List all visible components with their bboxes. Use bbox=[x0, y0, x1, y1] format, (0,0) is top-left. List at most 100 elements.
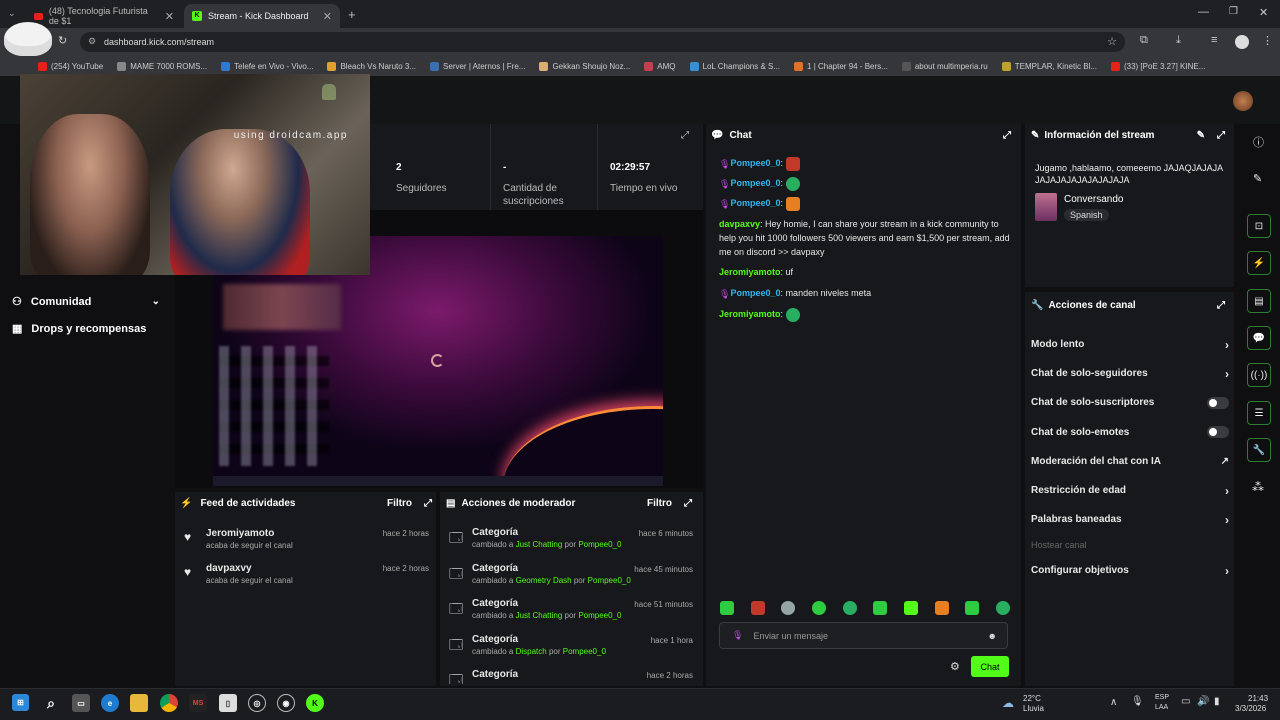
bookmark[interactable]: (33) [PoE 3.27] KINE... bbox=[1110, 61, 1205, 71]
maximize-button[interactable]: ❐ bbox=[1229, 6, 1238, 17]
window-close-button[interactable]: ✕ bbox=[1259, 6, 1268, 19]
more-icon[interactable]: ⁂ bbox=[1252, 480, 1264, 494]
app-icon[interactable]: ◉ bbox=[277, 694, 295, 712]
edit-rail-icon[interactable]: ✎ bbox=[1253, 172, 1262, 185]
rail-button[interactable]: 💬 bbox=[1247, 326, 1271, 350]
emote-button[interactable] bbox=[720, 601, 734, 615]
mic-tray-icon[interactable]: 🎙 bbox=[1131, 696, 1144, 707]
tab-youtube[interactable]: (48) Tecnologia Futurista de $1 ✕ bbox=[26, 4, 182, 28]
expand-icon[interactable]: ⤢ bbox=[1217, 300, 1225, 311]
chat-username[interactable]: Pompee0_0 bbox=[731, 158, 781, 168]
emote-button[interactable] bbox=[842, 601, 857, 615]
nav-drops[interactable]: ▦ Drops y recompensas bbox=[12, 322, 146, 336]
app-icon[interactable]: ◎ bbox=[248, 694, 266, 712]
filter-button[interactable]: Filtro bbox=[647, 498, 672, 509]
emoji-icon[interactable]: ☻ bbox=[988, 631, 997, 641]
edge-icon[interactable]: e bbox=[101, 694, 119, 712]
emote-button[interactable] bbox=[995, 601, 1010, 615]
action-followers-only[interactable]: Chat de solo-seguidores › bbox=[1031, 359, 1229, 388]
expand-icon[interactable]: ⤢ bbox=[1003, 130, 1011, 141]
rail-button[interactable]: ⚡ bbox=[1247, 251, 1271, 275]
clock-time[interactable]: 21:43 bbox=[1248, 694, 1268, 703]
minimize-button[interactable]: — bbox=[1198, 6, 1209, 18]
kick-app-icon[interactable]: K bbox=[306, 694, 324, 712]
lang-indicator[interactable]: ESP bbox=[1155, 694, 1169, 701]
address-bar[interactable]: ⚙ dashboard.kick.com/stream ☆ bbox=[80, 32, 1125, 52]
action-banned-words[interactable]: Palabras baneadas › bbox=[1031, 505, 1229, 534]
bookmark[interactable]: Telefe en Vivo - Vivo... bbox=[221, 61, 313, 71]
toggle-switch[interactable] bbox=[1207, 396, 1229, 409]
download-icon[interactable]: ⤓ bbox=[1176, 34, 1181, 47]
bookmark[interactable]: (254) YouTube bbox=[38, 61, 103, 71]
chat-username[interactable]: Pompee0_0 bbox=[731, 198, 781, 208]
rail-button[interactable]: ⊡ bbox=[1247, 214, 1271, 238]
file-explorer-icon[interactable] bbox=[130, 694, 148, 712]
weather-icon[interactable]: ☁ bbox=[1002, 696, 1014, 710]
chat-send-button[interactable]: Chat bbox=[971, 656, 1009, 677]
bookmark[interactable]: Server | Aternos | Fre... bbox=[430, 61, 525, 71]
bookmark[interactable]: Bleach Vs Naruto 3... bbox=[327, 61, 416, 71]
extensions-icon[interactable]: ⧉ bbox=[1140, 34, 1148, 47]
chat-username[interactable]: davpaxvy bbox=[719, 219, 760, 229]
emote-button[interactable] bbox=[903, 601, 918, 615]
bookmark[interactable]: TEMPLAR, Kinetic Bl... bbox=[1001, 61, 1097, 71]
bookmark[interactable]: about multimperia.ru bbox=[901, 61, 988, 71]
edit-icon[interactable]: ✎ bbox=[1197, 130, 1205, 141]
windows-start-icon[interactable]: ⊞ bbox=[12, 694, 29, 711]
action-slow-mode[interactable]: Modo lento › bbox=[1031, 330, 1229, 359]
nav-comunidad[interactable]: ⚇ Comunidad ⌄ bbox=[12, 295, 160, 309]
ms-pro-icon[interactable]: MS bbox=[189, 694, 207, 712]
user-avatar[interactable] bbox=[1233, 91, 1253, 111]
search-icon[interactable]: ⌕ bbox=[42, 694, 60, 712]
expand-icon[interactable]: ⤢ bbox=[684, 498, 692, 509]
toggle-switch[interactable] bbox=[1207, 426, 1229, 439]
emote-button[interactable] bbox=[750, 601, 765, 615]
expand-icon[interactable]: ⤢ bbox=[1217, 130, 1225, 141]
emote-button[interactable] bbox=[781, 601, 796, 615]
chat-username[interactable]: Pompee0_0 bbox=[731, 288, 781, 298]
stream-category[interactable]: Conversando bbox=[1064, 194, 1123, 205]
chat-username[interactable]: Pompee0_0 bbox=[731, 178, 781, 188]
chat-input[interactable]: 🎙 Enviar un mensaje ☻ bbox=[719, 622, 1008, 649]
bookmark[interactable]: MAME 7000 ROMS... bbox=[117, 61, 207, 71]
task-view-icon[interactable]: ▭ bbox=[72, 694, 90, 712]
filter-button[interactable]: Filtro bbox=[387, 498, 412, 509]
profile-avatar[interactable] bbox=[1235, 35, 1249, 49]
emote-button[interactable] bbox=[811, 601, 826, 615]
emote-button[interactable] bbox=[934, 601, 949, 615]
chat-settings-icon[interactable]: ⚙ bbox=[950, 660, 960, 673]
tray-chevron-icon[interactable]: ∧ bbox=[1110, 697, 1117, 708]
media-icon[interactable]: ≡ bbox=[1211, 34, 1217, 46]
emote-button[interactable] bbox=[873, 601, 888, 615]
rail-button[interactable]: ((·)) bbox=[1247, 363, 1271, 387]
expand-icon[interactable]: ⤢ bbox=[424, 498, 432, 509]
file-icon[interactable]: ▯ bbox=[219, 694, 237, 712]
network-icon[interactable]: ▭ bbox=[1181, 696, 1190, 707]
bookmark[interactable]: AMQ bbox=[644, 61, 676, 71]
bookmark-star-icon[interactable]: ☆ bbox=[1107, 35, 1117, 48]
rail-button[interactable]: ▤ bbox=[1247, 289, 1271, 313]
chat-username[interactable]: Jeromiyamoto bbox=[719, 267, 781, 277]
close-icon[interactable]: ✕ bbox=[323, 10, 332, 23]
bookmark[interactable]: 1 | Chapter 94 - Bers... bbox=[794, 61, 888, 71]
reload-icon[interactable]: ↻ bbox=[58, 34, 67, 47]
rail-button[interactable]: 🔧 bbox=[1247, 438, 1271, 462]
action-age-restriction[interactable]: Restricción de edad › bbox=[1031, 476, 1229, 505]
chat-username[interactable]: Jeromiyamoto bbox=[719, 309, 781, 319]
action-ai-moderation[interactable]: Moderación del chat con IA ↗ bbox=[1031, 447, 1229, 476]
site-info-icon[interactable]: ⚙ bbox=[88, 36, 96, 47]
battery-icon[interactable]: ▮ bbox=[1214, 696, 1220, 707]
rail-button[interactable]: ☰ bbox=[1247, 401, 1271, 425]
emote-button[interactable] bbox=[965, 601, 980, 615]
volume-icon[interactable]: 🔊 bbox=[1197, 696, 1209, 707]
action-configure-goals[interactable]: Configurar objetivos › bbox=[1031, 556, 1229, 585]
info-icon[interactable]: ⓘ bbox=[1253, 134, 1264, 150]
tab-kick-dashboard[interactable]: K Stream - Kick Dashboard ✕ bbox=[184, 4, 340, 28]
tab-search-icon[interactable]: ⌄ bbox=[8, 8, 16, 19]
close-icon[interactable]: ✕ bbox=[165, 10, 174, 23]
menu-icon[interactable]: ⋮ bbox=[1262, 34, 1273, 47]
new-tab-button[interactable]: + bbox=[348, 7, 356, 22]
chrome-icon[interactable] bbox=[160, 694, 178, 712]
bookmark[interactable]: LoL Champions & S... bbox=[689, 61, 780, 71]
bookmark[interactable]: Gekkan Shoujo Noz... bbox=[539, 61, 630, 71]
